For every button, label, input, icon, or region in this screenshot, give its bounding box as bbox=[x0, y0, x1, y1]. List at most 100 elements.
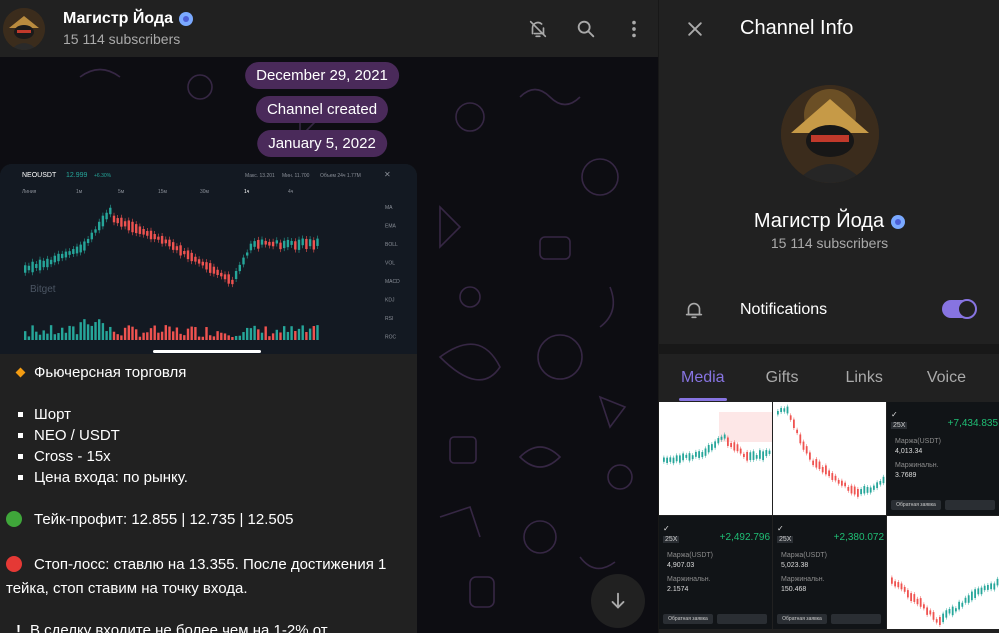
media-thumbnail[interactable]: ✓ 25X +2,380.072 Маржа(USDT) 5,023.38 Маржина… bbox=[773, 516, 886, 629]
tab-voice[interactable]: Voice bbox=[927, 354, 966, 401]
chart-indicator-label: MA bbox=[385, 205, 393, 211]
media-thumbnail[interactable] bbox=[659, 402, 772, 515]
channel-info-panel: Channel Info Магистр Йода 15 114 subscri… bbox=[658, 0, 999, 633]
leverage-badge: 25X bbox=[663, 536, 680, 543]
margin-value: 4,013.34 bbox=[895, 448, 923, 455]
reverse-order-button: Обратная заявка bbox=[663, 614, 713, 624]
bell-icon bbox=[683, 299, 707, 321]
chart-volume-bar bbox=[86, 324, 90, 340]
chart-image[interactable]: NEOUSDT 12.999 +6.30% Макс. 13.201 Мин. … bbox=[0, 164, 417, 354]
notifications-toggle[interactable] bbox=[942, 299, 977, 319]
chart-volume-bar bbox=[294, 331, 297, 340]
chart-volume-bar bbox=[260, 332, 264, 340]
chart-volume-bar bbox=[38, 334, 42, 340]
service-message-pill: Channel created bbox=[255, 96, 389, 123]
post-line: Cross - 15x bbox=[6, 446, 409, 467]
post-line-text: Шорт bbox=[34, 406, 71, 423]
reverse-order-button: Обратная заявка bbox=[891, 500, 941, 510]
scroll-down-button[interactable] bbox=[591, 574, 645, 628]
post-line: Стоп-лосс: ставлю на 13.355. После дости… bbox=[6, 554, 409, 578]
post-line: Тейк-профит: 12.855 | 12.735 | 12.505 bbox=[6, 509, 409, 533]
post-line-text: Стоп-лосс: ставлю на 13.355. После дости… bbox=[34, 556, 387, 573]
chart-volume-bar bbox=[131, 326, 134, 340]
chart-volume-bar bbox=[79, 322, 82, 340]
chart-volume-bar bbox=[146, 332, 149, 340]
chart-timeframe-label: 5м bbox=[118, 189, 125, 195]
chart-volume-bar bbox=[209, 335, 212, 340]
media-thumbnail[interactable]: ✓ 25X +7,434.835 Маржа(USDT) 4,013.34 Маржина… bbox=[887, 402, 999, 515]
chart-min-label: Мин. 11.700 bbox=[282, 173, 310, 179]
chart-indicator-label: RSI bbox=[385, 316, 393, 322]
section-divider bbox=[659, 344, 999, 354]
chart-volume-bar bbox=[223, 333, 227, 340]
chart-volume-bar bbox=[279, 332, 282, 340]
channel-post[interactable]: NEOUSDT 12.999 +6.30% Макс. 13.201 Мин. … bbox=[0, 164, 417, 633]
tab-media-label: Media bbox=[681, 369, 725, 386]
arrow-down-icon bbox=[611, 592, 625, 609]
chart-volume-bar bbox=[305, 332, 308, 340]
pnl-value: +7,434.835 bbox=[947, 418, 998, 429]
orange-diamond-icon bbox=[6, 362, 34, 383]
post-line-text: В сделку входите не более чем на 1-2% от bbox=[30, 622, 328, 633]
post-line: Шорт bbox=[6, 404, 409, 425]
bell-muted-icon[interactable] bbox=[514, 5, 562, 53]
chart-volume-bar bbox=[175, 327, 179, 340]
chart-volume-bar bbox=[35, 331, 38, 340]
chat-header[interactable]: Магистр Йода 15 114 subscribers bbox=[0, 0, 658, 57]
chart-volume-bar bbox=[53, 334, 56, 340]
chart-volume-bar bbox=[116, 334, 119, 340]
check-icon: ✓ bbox=[663, 524, 670, 533]
chart-volume-bar bbox=[249, 328, 253, 340]
channel-avatar[interactable] bbox=[3, 7, 45, 50]
chart-volume-bar bbox=[227, 335, 230, 340]
verified-icon bbox=[179, 12, 193, 26]
green-circle-icon bbox=[6, 509, 34, 533]
chart-volume-bar bbox=[94, 322, 97, 340]
post-line-text: NEO / USDT bbox=[34, 427, 120, 444]
tab-links[interactable]: Links bbox=[845, 354, 882, 401]
channel-avatar-large[interactable] bbox=[781, 85, 879, 183]
chart-volume-bar bbox=[201, 336, 204, 340]
post-line: Цена входа: по рынку. bbox=[6, 467, 409, 488]
chart-volume-bar bbox=[216, 331, 219, 340]
tab-media[interactable]: Media bbox=[679, 354, 727, 401]
media-thumbnail[interactable]: ✓ 25X +2,492.796 Маржа(USDT) 4,907.03 Маржина… bbox=[659, 516, 772, 629]
chart-volume-bar bbox=[290, 326, 293, 340]
chart-volume-bar bbox=[127, 325, 130, 340]
search-icon[interactable] bbox=[562, 5, 610, 53]
candlestick-chart: NEOUSDT 12.999 +6.30% Макс. 13.201 Мин. … bbox=[0, 164, 417, 354]
chart-indicator-label: VOL bbox=[385, 261, 395, 267]
chart-volume-bar bbox=[138, 336, 142, 340]
notifications-label: Notifications bbox=[740, 301, 828, 318]
chart-volume-bar bbox=[98, 319, 101, 340]
chart-volume-bar bbox=[220, 332, 223, 340]
post-line: Фьючерсная торговля bbox=[6, 362, 409, 383]
chart-indicator-label: ROC bbox=[385, 335, 397, 341]
active-tab-underline bbox=[679, 398, 727, 401]
chat-area: Магистр Йода 15 114 subscribers December… bbox=[0, 0, 658, 633]
square-bullet-icon bbox=[6, 467, 34, 488]
media-thumbnail[interactable] bbox=[887, 516, 999, 629]
chart-volume-bar bbox=[49, 325, 53, 340]
media-scroll-indicator bbox=[153, 350, 261, 353]
media-thumbnail[interactable] bbox=[773, 402, 886, 515]
tab-gifts[interactable]: Gifts bbox=[766, 354, 799, 401]
chart-volume-bar bbox=[179, 333, 182, 340]
maintenance-label: Маржинальн. bbox=[667, 576, 711, 583]
channel-title[interactable]: Магистр Йода bbox=[63, 10, 193, 28]
post-text: Фьючерсная торговля Шорт NEO / USDT Cross -… bbox=[0, 354, 417, 633]
close-panel-button[interactable] bbox=[671, 5, 719, 53]
thumb-action-button bbox=[831, 614, 881, 624]
more-vertical-icon[interactable] bbox=[610, 5, 658, 53]
date-pill: January 5, 2022 bbox=[257, 130, 387, 157]
leverage-badge: 25X bbox=[891, 422, 908, 429]
chart-thumbnail-icon bbox=[773, 402, 886, 515]
post-line-text: Фьючерсная торговля bbox=[34, 364, 187, 381]
check-icon: ✓ bbox=[891, 410, 898, 419]
thumb-action-button bbox=[717, 614, 767, 624]
notifications-row[interactable]: Notifications bbox=[659, 290, 999, 330]
toggle-knob bbox=[957, 299, 977, 319]
chart-volume-bar bbox=[164, 325, 167, 340]
